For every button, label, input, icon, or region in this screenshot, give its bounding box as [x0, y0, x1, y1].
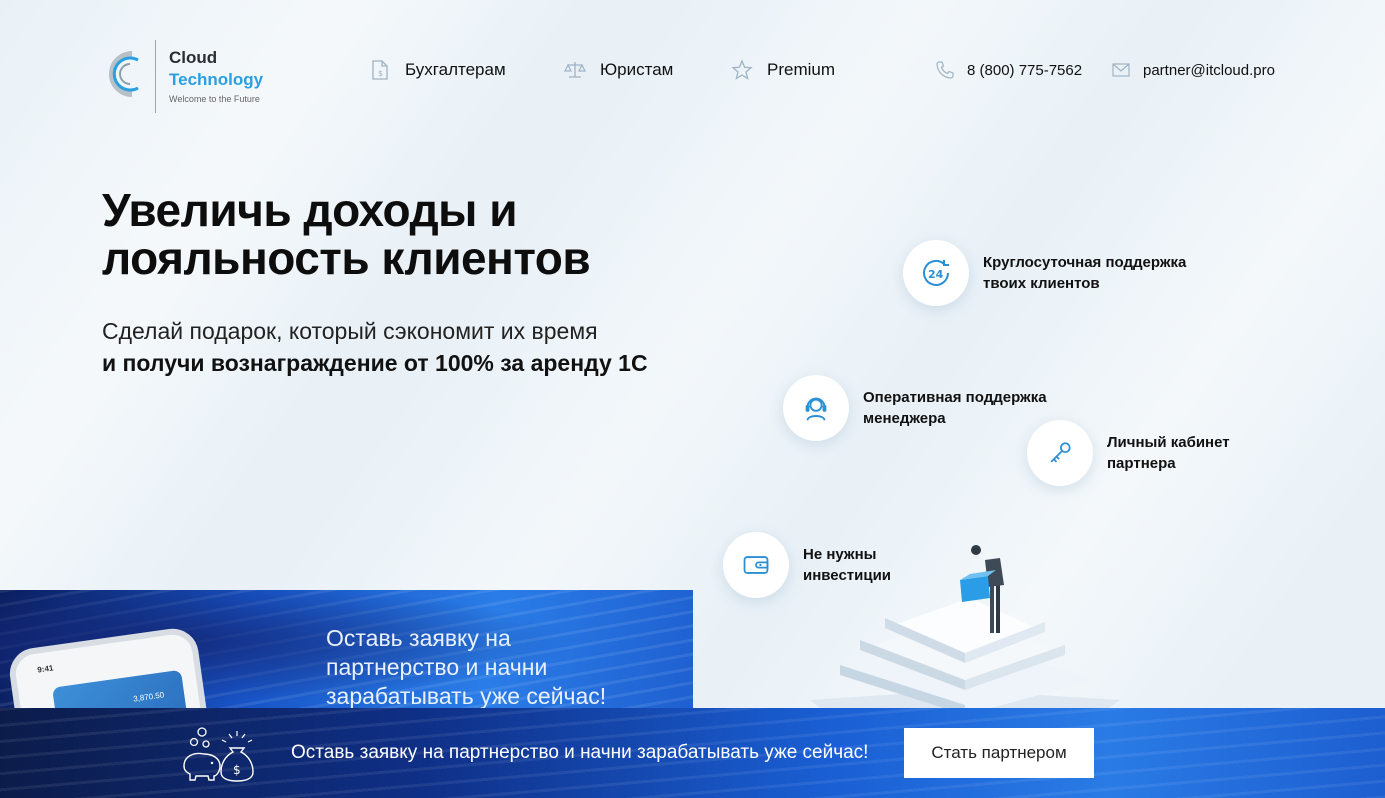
hero-subtitle-bold: и получи вознаграждение от 100% за аренд…	[102, 350, 648, 376]
email-address: partner@itcloud.pro	[1143, 61, 1275, 79]
mail-icon	[1111, 60, 1131, 80]
logo-divider	[155, 40, 156, 113]
nav-item-accountants[interactable]: $ Бухгалтерам	[369, 58, 506, 82]
24h-support-icon: 24	[903, 240, 969, 306]
phone-link[interactable]: 8 (800) 775-7562	[935, 58, 1082, 82]
star-icon	[731, 59, 753, 81]
document-icon: $	[369, 59, 391, 81]
nav-label: Бухгалтерам	[405, 60, 506, 79]
nav-label: Premium	[767, 60, 836, 79]
phone-time: 9:41	[36, 663, 54, 675]
piggy-bank-icon: $	[183, 727, 254, 782]
feature-partner-cabinet: Личный кабинет партнера	[1027, 420, 1257, 486]
phone-mockup: 9:41 3,870.50	[6, 625, 212, 720]
brand-name-line1: Cloud	[169, 48, 218, 67]
feature-support-24h: 24 Круглосуточная поддержка твоих клиент…	[903, 240, 1213, 306]
logo[interactable]: Cloud Technology Welcome to the Future	[102, 40, 282, 113]
phone-number: 8 (800) 775-7562	[967, 61, 1083, 79]
phone-balance: 3,870.50	[132, 690, 165, 704]
svg-text:$: $	[233, 763, 241, 777]
wallet-icon	[723, 532, 789, 598]
feature-label: Круглосуточная поддержка твоих клиентов	[983, 254, 1187, 292]
nav-item-lawyers[interactable]: Юристам	[564, 58, 673, 82]
key-icon	[1027, 420, 1093, 486]
headset-operator-icon	[783, 375, 849, 441]
cta-text: Оставь заявку на партнерство и начни зар…	[291, 742, 869, 763]
nav-item-premium[interactable]: Premium	[731, 58, 835, 82]
svg-text:24: 24	[928, 268, 944, 281]
hero-title: Увеличь доходы и лояльность клиентов	[102, 184, 591, 284]
cta-bar: $ Оставь заявку на партнерство и начни з…	[0, 708, 1385, 798]
feature-label: Личный кабинет партнера	[1107, 434, 1230, 472]
promo-text: Оставь заявку на партнерство и начни зар…	[326, 625, 607, 709]
brand-tagline: Welcome to the Future	[169, 94, 260, 104]
email-link[interactable]: partner@itcloud.pro	[1111, 58, 1275, 82]
nav-label: Юристам	[600, 60, 674, 79]
scales-icon	[564, 59, 586, 81]
pyramid-illustration	[810, 545, 1120, 715]
svg-text:$: $	[378, 69, 383, 78]
phone-icon	[935, 60, 955, 80]
become-partner-button[interactable]: Стать партнером	[904, 728, 1094, 778]
promo-card: 9:41 3,870.50 Оставь заявку на партнерст…	[0, 590, 693, 720]
hero-subtitle: Сделай подарок, который сэкономит их вре…	[102, 318, 598, 344]
cloud-logo-icon	[109, 51, 139, 97]
brand-name-line2: Technology	[169, 70, 264, 89]
